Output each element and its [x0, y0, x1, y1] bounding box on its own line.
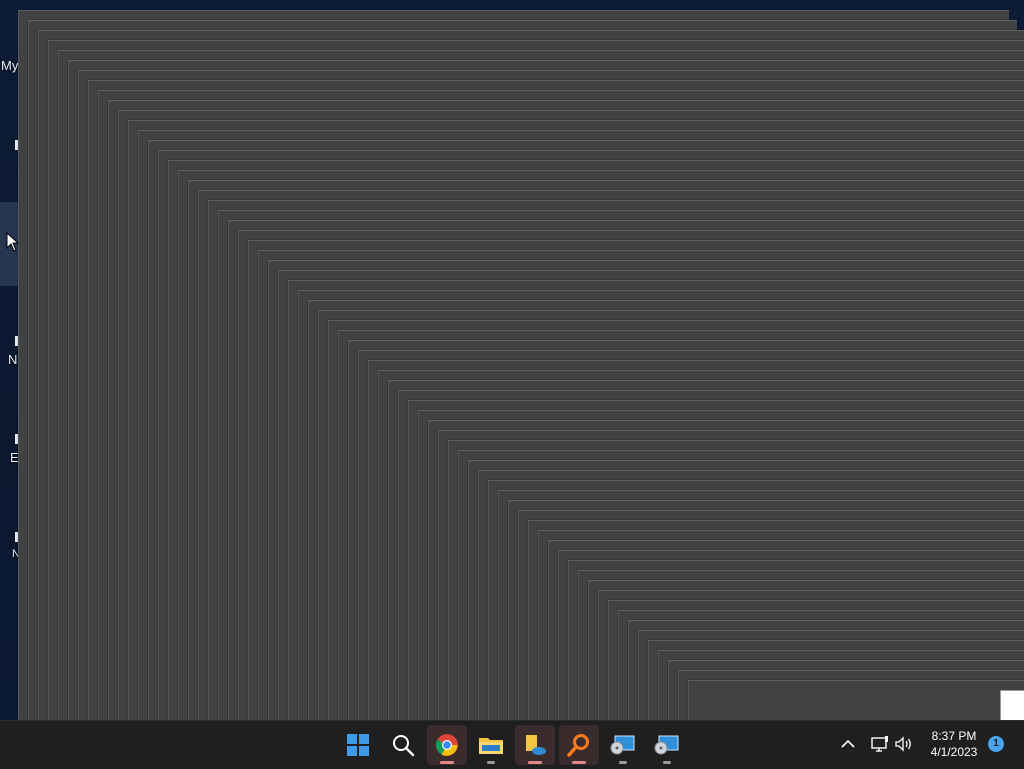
clock[interactable]: 8:37 PM 4/1/2023 — [920, 728, 988, 760]
search-icon — [393, 735, 415, 757]
running-indicator — [619, 761, 627, 764]
disk-monitor-icon — [654, 735, 679, 755]
desktop[interactable]: My N E N — [0, 0, 1024, 720]
ghost-window-frame — [688, 680, 1024, 720]
file-sync-button[interactable] — [515, 725, 555, 765]
chrome-icon — [435, 734, 458, 756]
running-indicator — [487, 761, 495, 764]
desktop-icon-label[interactable]: My — [1, 58, 18, 73]
windows-logo-icon — [347, 734, 369, 756]
disk-app-button-2[interactable] — [647, 725, 687, 765]
window-fragment — [1000, 690, 1024, 720]
start-button[interactable] — [338, 725, 378, 765]
chrome-button[interactable] — [427, 725, 467, 765]
notification-badge[interactable]: 1 — [988, 736, 1004, 752]
desktop-icon-label[interactable]: N — [8, 352, 17, 367]
magnifier-orange-icon — [567, 734, 589, 757]
running-indicator — [528, 761, 542, 764]
network-icon[interactable] — [870, 734, 890, 754]
running-indicator — [663, 761, 671, 764]
clock-time: 8:37 PM — [931, 729, 977, 743]
running-indicator — [572, 761, 586, 764]
search-button[interactable] — [383, 725, 423, 765]
file-explorer-button[interactable] — [471, 725, 511, 765]
disk-monitor-icon — [610, 735, 635, 755]
volume-icon[interactable] — [894, 734, 914, 754]
chevron-up-icon[interactable] — [838, 734, 858, 754]
file-cloud-icon — [526, 735, 546, 755]
running-indicator — [440, 761, 454, 764]
folder-icon — [479, 738, 503, 754]
clock-date: 4/1/2023 — [930, 745, 978, 759]
mouse-pointer-icon — [6, 232, 20, 252]
disk-app-button-1[interactable] — [603, 725, 643, 765]
search-app-button[interactable] — [559, 725, 599, 765]
